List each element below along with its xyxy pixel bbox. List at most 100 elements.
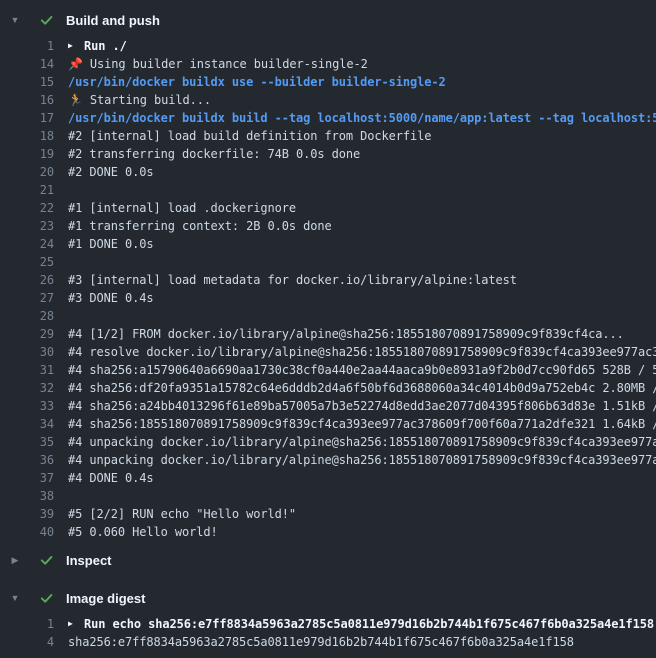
log-line-text: #4 sha256:a24bb4013296f61e89ba57005a7b3e… [68, 397, 656, 415]
log-line: 28 [0, 307, 656, 325]
log-section: ▼ Build and push 1 ▶ Run ./ 14 📌 Using b… [0, 8, 656, 548]
log-line-text: /usr/bin/docker buildx use --builder bui… [68, 73, 446, 91]
log-line-text: Run ./ [84, 37, 127, 55]
line-number[interactable]: 28 [0, 307, 54, 325]
log-line-text: #2 transferring dockerfile: 74B 0.0s don… [68, 145, 360, 163]
log-line: 14 📌 Using builder instance builder-sing… [0, 55, 656, 73]
log-section: ▶ Inspect [0, 548, 656, 572]
section-header-inspect[interactable]: ▶ Inspect [0, 548, 656, 572]
log-line-text: #4 [1/2] FROM docker.io/library/alpine@s… [68, 325, 624, 343]
line-number[interactable]: 32 [0, 379, 54, 397]
line-number[interactable]: 18 [0, 127, 54, 145]
log-line-text: #1 transferring context: 2B 0.0s done [68, 217, 332, 235]
chevron-down-icon[interactable]: ▼ [9, 8, 21, 32]
line-number[interactable]: 24 [0, 235, 54, 253]
log-line: 24 #1 DONE 0.0s [0, 235, 656, 253]
line-number[interactable]: 36 [0, 451, 54, 469]
log-line: 38 [0, 487, 656, 505]
runner-icon: 🏃 [68, 91, 83, 109]
line-number[interactable]: 26 [0, 271, 54, 289]
line-number[interactable]: 17 [0, 109, 54, 127]
log-line-text: #3 DONE 0.4s [68, 289, 154, 307]
log-line-text: #1 DONE 0.0s [68, 235, 154, 253]
line-number[interactable]: 23 [0, 217, 54, 235]
line-number[interactable]: 4 [0, 633, 54, 651]
line-number[interactable]: 33 [0, 397, 54, 415]
log-line: 33 #4 sha256:a24bb4013296f61e89ba57005a7… [0, 397, 656, 415]
expand-arrow-icon[interactable]: ▶ [68, 615, 77, 633]
log-line: 21 [0, 181, 656, 199]
check-icon [38, 552, 54, 568]
line-number[interactable]: 25 [0, 253, 54, 271]
line-number[interactable]: 16 [0, 91, 54, 109]
line-number[interactable]: 19 [0, 145, 54, 163]
line-number[interactable]: 37 [0, 469, 54, 487]
line-number[interactable]: 22 [0, 199, 54, 217]
log-line-text: #3 [internal] load metadata for docker.i… [68, 271, 517, 289]
log-line: 31 #4 sha256:a15790640a6690aa1730c38cf0a… [0, 361, 656, 379]
expand-arrow-icon[interactable]: ▶ [68, 37, 77, 55]
log-line: 17 /usr/bin/docker buildx build --tag lo… [0, 109, 656, 127]
log-line-text: Using builder instance builder-single-2 [90, 55, 368, 73]
line-number[interactable]: 40 [0, 523, 54, 541]
log-line: 4 sha256:e7ff8834a5963a2785c5a0811e979d1… [0, 633, 656, 651]
log-line: 16 🏃 Starting build... [0, 91, 656, 109]
log-line-text: #4 sha256:185518070891758909c9f839cf4ca3… [68, 415, 656, 433]
section-header-image-digest[interactable]: ▼ Image digest [0, 586, 656, 610]
log-line-text: #2 DONE 0.0s [68, 163, 154, 181]
line-number[interactable]: 1 [0, 615, 54, 633]
line-number[interactable]: 27 [0, 289, 54, 307]
log-line: 19 #2 transferring dockerfile: 74B 0.0s … [0, 145, 656, 163]
log-line-text: #4 resolve docker.io/library/alpine@sha2… [68, 343, 656, 361]
line-number[interactable]: 15 [0, 73, 54, 91]
log-line: 30 #4 resolve docker.io/library/alpine@s… [0, 343, 656, 361]
log-line-text: /usr/bin/docker buildx build --tag local… [68, 109, 656, 127]
line-number[interactable]: 14 [0, 55, 54, 73]
chevron-right-icon[interactable]: ▶ [9, 548, 21, 572]
line-number[interactable]: 21 [0, 181, 54, 199]
log-line: 40 #5 0.060 Hello world! [0, 523, 656, 541]
line-number[interactable]: 39 [0, 505, 54, 523]
log-line: 15 /usr/bin/docker buildx use --builder … [0, 73, 656, 91]
pushpin-icon: 📌 [68, 55, 83, 73]
log-line: 35 #4 unpacking docker.io/library/alpine… [0, 433, 656, 451]
line-number[interactable]: 1 [0, 37, 54, 55]
log-line-text: #4 sha256:a15790640a6690aa1730c38cf0a440… [68, 361, 656, 379]
log-line: 23 #1 transferring context: 2B 0.0s done [0, 217, 656, 235]
log-line-text: #5 0.060 Hello world! [68, 523, 218, 541]
line-number[interactable]: 35 [0, 433, 54, 451]
log-line-text: Starting build... [90, 91, 211, 109]
log-line: 39 #5 [2/2] RUN echo "Hello world!" [0, 505, 656, 523]
log-line-text: #2 [internal] load build definition from… [68, 127, 431, 145]
section-title: Build and push [66, 13, 160, 28]
log-line-text: sha256:e7ff8834a5963a2785c5a0811e979d16b… [68, 633, 574, 651]
actions-log-viewer: ▼ Build and push 1 ▶ Run ./ 14 📌 Using b… [0, 0, 656, 658]
log-line-text: #4 sha256:df20fa9351a15782c64e6dddb2d4a6… [68, 379, 656, 397]
line-number[interactable]: 30 [0, 343, 54, 361]
log-line: 1 ▶ Run ./ [0, 37, 656, 55]
log-line: 32 #4 sha256:df20fa9351a15782c64e6dddb2d… [0, 379, 656, 397]
log-line: 1 ▶ Run echo sha256:e7ff8834a5963a2785c5… [0, 615, 656, 633]
line-number[interactable]: 38 [0, 487, 54, 505]
line-number[interactable]: 31 [0, 361, 54, 379]
log-line-text: #4 unpacking docker.io/library/alpine@sh… [68, 451, 656, 469]
log-line: 26 #3 [internal] load metadata for docke… [0, 271, 656, 289]
log-line: 29 #4 [1/2] FROM docker.io/library/alpin… [0, 325, 656, 343]
line-number[interactable]: 20 [0, 163, 54, 181]
line-number[interactable]: 34 [0, 415, 54, 433]
log-line-text: #4 DONE 0.4s [68, 469, 154, 487]
line-number[interactable]: 29 [0, 325, 54, 343]
check-icon [38, 12, 54, 28]
log-line-text: Run echo sha256:e7ff8834a5963a2785c5a081… [84, 615, 654, 633]
section-title: Inspect [66, 553, 112, 568]
chevron-down-icon[interactable]: ▼ [9, 586, 21, 610]
log-line: 18 #2 [internal] load build definition f… [0, 127, 656, 145]
log-line: 36 #4 unpacking docker.io/library/alpine… [0, 451, 656, 469]
log-line: 34 #4 sha256:185518070891758909c9f839cf4… [0, 415, 656, 433]
section-header-build-and-push[interactable]: ▼ Build and push [0, 8, 656, 32]
log-line: 27 #3 DONE 0.4s [0, 289, 656, 307]
log-line: 22 #1 [internal] load .dockerignore [0, 199, 656, 217]
log-line: 20 #2 DONE 0.0s [0, 163, 656, 181]
log-line: 37 #4 DONE 0.4s [0, 469, 656, 487]
check-icon [38, 590, 54, 606]
